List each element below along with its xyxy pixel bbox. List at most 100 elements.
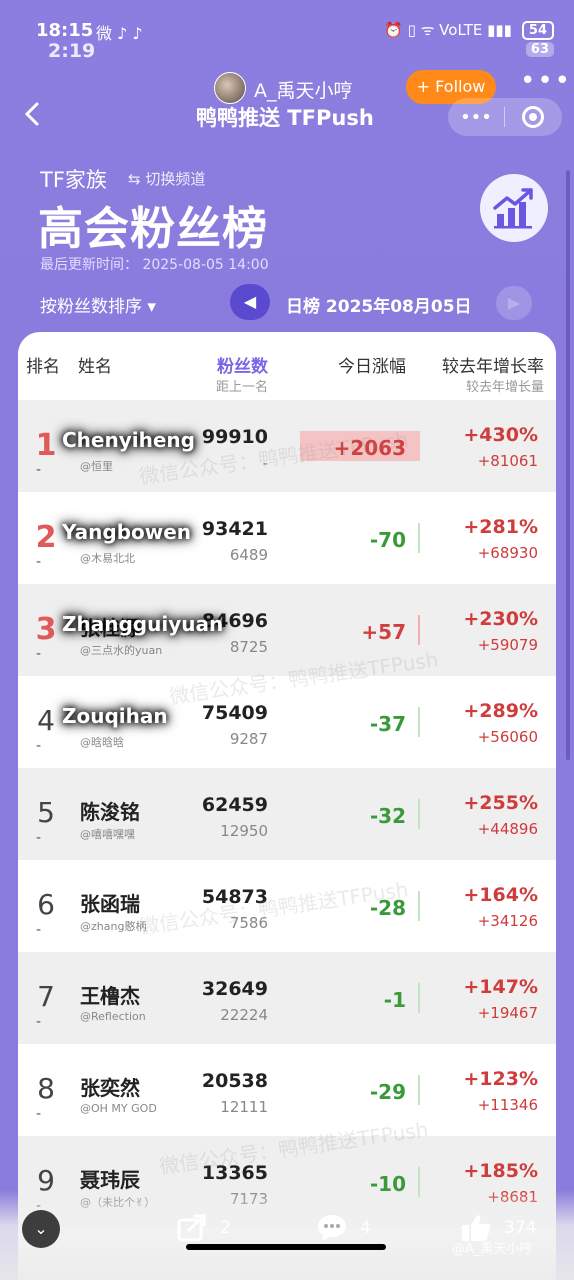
rank-number: 5 [37, 796, 55, 829]
weibo-watermark: @A_禹天小哼 [452, 1242, 533, 1257]
comment-button[interactable]: 4 [316, 1212, 371, 1244]
status-time-overlay: 2:19 [48, 40, 96, 62]
rank-number: 7 [37, 980, 55, 1013]
header-yoy-sub: 较去年增长量 [465, 380, 544, 395]
sort-dropdown[interactable]: 按粉丝数排序 ▾ [40, 292, 156, 317]
today-change: -29 [369, 1080, 406, 1104]
collapse-chevron-icon[interactable]: ⌄ [22, 1210, 60, 1248]
date-label: 日榜 2025年08月05日 [286, 297, 472, 317]
gap-to-previous: 8725 [229, 638, 268, 656]
table-row[interactable]: 2- @木易北北 93421 6489 -70 +281% +68930 Yangbowen [18, 492, 556, 584]
prev-date-button[interactable]: ◀ [230, 284, 270, 320]
share-count: 2 [220, 1218, 231, 1238]
battery-icon: 54 [521, 20, 554, 40]
yoy-amount: +34126 [477, 912, 538, 930]
scrollbar[interactable] [566, 170, 570, 760]
yoy-rate: +230% [463, 608, 538, 630]
miniapp-capsule: ••• [448, 98, 562, 136]
status-time: 18:15 [36, 20, 94, 41]
gap-to-previous: 22224 [220, 1006, 268, 1024]
status-icons: ⏰ ▯ ᯤ VoLTE ▮▮▮ [384, 21, 512, 39]
capsule-menu-icon[interactable]: ••• [448, 107, 504, 128]
fan-club-handle: @恒里 [80, 460, 113, 473]
yoy-amount: +68930 [477, 544, 538, 562]
more-options-icon[interactable]: ••• [520, 66, 572, 96]
today-change: +57 [361, 620, 406, 644]
delta-bar [418, 1075, 420, 1105]
fan-count: 93421 [201, 518, 268, 540]
rank-change: - [36, 1014, 42, 1030]
back-arrow-icon[interactable] [22, 100, 42, 128]
avatar[interactable] [214, 72, 246, 104]
share-icon [176, 1212, 208, 1244]
gap-to-previous: 9287 [229, 730, 268, 748]
table-row[interactable]: 3- 张桂源 @三点水的yuan 84696 8725 +57 +230% +59079 Zha… [18, 584, 556, 676]
fan-club-handle: @zhang憨柄 [80, 920, 147, 933]
table-row[interactable]: 7- 王橹杰 @Reflection 32649 22224 -1 +147% +19467 [18, 952, 556, 1044]
yoy-rate: +147% [463, 976, 538, 998]
gap-to-previous: 12111 [220, 1098, 268, 1116]
fan-count: 75409 [201, 702, 268, 724]
today-change: -70 [369, 528, 406, 552]
delta-bar [418, 707, 420, 737]
yoy-amount: +44896 [477, 820, 538, 838]
rank-change: - [36, 1106, 42, 1122]
status-app-icons: 微 ♪ ♪ [96, 24, 143, 43]
rank-number: 2 [35, 520, 57, 555]
delta-bar [418, 799, 420, 829]
fan-club-handle: @三点水的yuan [80, 644, 163, 657]
rank-change: - [36, 830, 42, 846]
yoy-amount: +19467 [477, 1004, 538, 1022]
comment-icon [316, 1212, 348, 1244]
member-name: 聂玮辰 [80, 1168, 140, 1192]
member-name: 陈浚铭 [80, 800, 140, 824]
miniapp-title: 鸭鸭推送 TFPush [196, 106, 374, 130]
header-yoy[interactable]: 较去年增长率 [442, 352, 544, 377]
capsule-close-icon[interactable] [505, 106, 561, 128]
uploader-name[interactable]: A_禹天小哼 [254, 76, 353, 103]
yoy-rate: +185% [463, 1160, 538, 1182]
yoy-rate: +430% [463, 424, 538, 446]
today-change: -1 [383, 988, 406, 1012]
status-right: ⏰ ▯ ᯤ VoLTE ▮▮▮ 54 [384, 20, 554, 40]
gap-to-previous: 12950 [220, 822, 268, 840]
family-label: TF家族 [40, 168, 107, 192]
page-title: 高会粉丝榜 [38, 202, 269, 255]
header-fans-sub: 距上一名 [215, 380, 268, 395]
rank-number: 3 [35, 612, 57, 647]
rank-change: - [36, 646, 42, 662]
name-overlay-caption: Yangbowen [62, 520, 192, 544]
yoy-rate: +281% [463, 516, 538, 538]
fan-club-handle: @木易北北 [80, 552, 135, 565]
status-bar: 18:15 2:19 微 ♪ ♪ ⏰ ▯ ᯤ VoLTE ▮▮▮ 54 63 [0, 0, 574, 68]
rank-number: 6 [37, 888, 55, 921]
gap-to-previous: 6489 [229, 546, 268, 564]
header-fans[interactable]: 粉丝数 [217, 352, 268, 377]
fan-club-handle: @OH MY GOD [80, 1102, 157, 1115]
comment-count: 4 [360, 1218, 371, 1238]
header-name: 姓名 [78, 357, 112, 377]
delta-bar [418, 983, 420, 1013]
yoy-rate: +255% [463, 792, 538, 814]
table-row[interactable]: 8- 张奕然 @OH MY GOD 20538 12111 -29 +123% +11346 [18, 1044, 556, 1136]
delta-bar [418, 891, 420, 921]
table-header: 排名 姓名 粉丝数 距上一名 今日涨幅 较去年增长率 较去年增长量 [18, 332, 556, 400]
name-overlay-caption: Zhangguiyuan [62, 612, 224, 636]
table-row[interactable]: 5- 陈浚铭 @嘻嘻嘿嘿 62459 12950 -32 +255% +44896 [18, 768, 556, 860]
switch-channel-link[interactable]: ⇆ 切换频道 [128, 168, 205, 189]
trend-chart-icon[interactable] [480, 174, 548, 242]
header-today[interactable]: 今日涨幅 [338, 352, 406, 377]
next-date-button[interactable]: ▶ [496, 286, 532, 320]
member-name: 张奕然 [80, 1076, 140, 1100]
yoy-rate: +164% [463, 884, 538, 906]
delta-bar [418, 615, 420, 645]
fan-club-handle: @嘻嘻嘿嘿 [80, 828, 135, 841]
last-updated: 最后更新时间： 2025-08-05 14:00 [40, 257, 269, 273]
today-change: -32 [369, 804, 406, 828]
rank-number: 8 [37, 1072, 55, 1105]
home-indicator[interactable] [186, 1244, 386, 1250]
member-name: 王橹杰 [80, 984, 140, 1008]
share-button[interactable]: 2 [176, 1212, 231, 1244]
rank-change: - [36, 738, 42, 754]
fan-count: 32649 [201, 978, 268, 1000]
